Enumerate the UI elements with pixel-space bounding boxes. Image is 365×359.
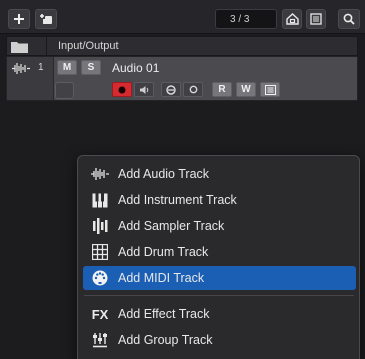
track-counter: 3 / 3 xyxy=(215,9,277,29)
track-settings-button[interactable] xyxy=(260,82,280,97)
add-track-preset-button[interactable] xyxy=(35,9,57,29)
drum-grid-icon xyxy=(91,243,109,261)
monitor-button[interactable] xyxy=(134,82,154,97)
audio-track-row[interactable]: 1 M S Audio 01 R W xyxy=(6,56,358,101)
menu-item-label: Add Effect Track xyxy=(118,307,210,321)
midi-port-icon xyxy=(91,269,109,287)
top-toolbar: 3 / 3 xyxy=(0,0,365,34)
list-lines-icon xyxy=(264,84,276,95)
audio-wave-icon xyxy=(91,165,109,183)
add-track-button[interactable] xyxy=(8,9,30,29)
track-name[interactable]: Audio 01 xyxy=(112,61,159,75)
header-divider xyxy=(46,37,47,55)
menu-item-add-effect-track[interactable]: FX Add Effect Track xyxy=(83,302,356,326)
piano-keys-icon xyxy=(91,191,109,209)
edit-channel-button[interactable] xyxy=(161,82,181,97)
write-automation-button[interactable]: W xyxy=(236,82,256,97)
list-icon xyxy=(310,13,322,25)
search-button[interactable] xyxy=(338,9,360,29)
solo-button[interactable]: S xyxy=(81,60,101,75)
menu-item-label: Add Instrument Track xyxy=(118,193,237,207)
track-number: 1 xyxy=(38,62,44,73)
menu-item-add-sampler-track[interactable]: Add Sampler Track xyxy=(83,214,356,238)
menu-separator xyxy=(84,295,354,296)
track-list-menu-button[interactable] xyxy=(306,9,326,29)
plus-icon xyxy=(14,14,24,24)
inserts-bypass-button[interactable] xyxy=(183,82,203,97)
edit-e-icon xyxy=(166,84,176,95)
track-list-header: Input/Output xyxy=(6,36,358,56)
menu-item-label: Add Audio Track xyxy=(118,167,210,181)
add-track-context-menu: Add Audio Track Add Instrument Track Add… xyxy=(77,155,360,359)
folder-icon[interactable] xyxy=(11,41,28,53)
track-color-swatch[interactable] xyxy=(55,82,74,99)
ring-icon xyxy=(189,85,197,94)
menu-item-add-group-track[interactable]: Add Group Track xyxy=(83,328,356,352)
visibility-sync-button[interactable] xyxy=(282,9,302,29)
sampler-icon xyxy=(91,217,109,235)
menu-item-label: Add Group Track xyxy=(118,333,213,347)
record-enable-button[interactable] xyxy=(112,82,132,97)
menu-item-add-instrument-track[interactable]: Add Instrument Track xyxy=(83,188,356,212)
search-icon xyxy=(343,13,355,25)
input-output-label: Input/Output xyxy=(58,40,119,52)
track-type-column: 1 xyxy=(7,57,54,100)
home-sync-icon xyxy=(285,13,299,25)
menu-item-label: Add MIDI Track xyxy=(118,271,205,285)
menu-item-add-midi-track[interactable]: Add MIDI Track xyxy=(83,266,356,290)
read-automation-button[interactable]: R xyxy=(212,82,232,97)
mute-button[interactable]: M xyxy=(57,60,77,75)
preset-plus-icon xyxy=(40,14,52,24)
fx-icon: FX xyxy=(91,306,109,322)
record-dot-icon xyxy=(118,86,126,93)
menu-item-label: Add Sampler Track xyxy=(118,219,225,233)
speaker-icon xyxy=(139,85,148,94)
group-faders-icon xyxy=(91,331,109,349)
menu-item-add-drum-track[interactable]: Add Drum Track xyxy=(83,240,356,264)
menu-item-label: Add Drum Track xyxy=(118,245,209,259)
audio-wave-icon xyxy=(12,63,30,74)
menu-item-add-audio-track[interactable]: Add Audio Track xyxy=(83,162,356,186)
